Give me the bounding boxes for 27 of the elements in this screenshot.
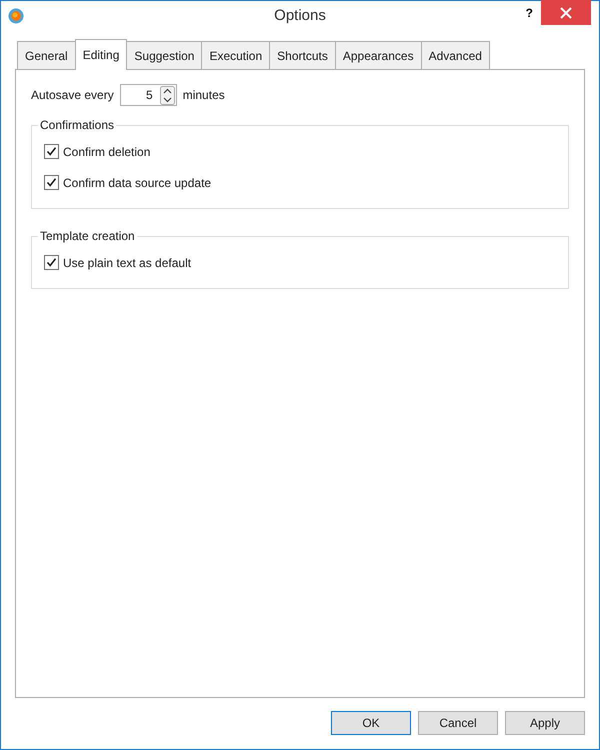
- tab[interactable]: Suggestion: [126, 41, 202, 69]
- unit-label: minutes: [182, 88, 225, 102]
- tab[interactable]: Execution: [201, 41, 270, 69]
- close-button[interactable]: [541, 0, 591, 25]
- tab[interactable]: Appearances: [334, 41, 422, 69]
- group-title: Template creation: [39, 229, 136, 243]
- autosave-spinner[interactable]: 5: [120, 84, 177, 106]
- tab[interactable]: Editing: [74, 39, 128, 70]
- app-icon: [8, 8, 24, 24]
- group-title: Confirmations: [39, 118, 116, 132]
- dialog-button[interactable]: OK: [331, 711, 411, 735]
- checkbox[interactable]: [44, 144, 59, 159]
- window-title: Options: [274, 7, 326, 24]
- checkbox-label: Use plain text as default: [63, 256, 192, 270]
- help-button[interactable]: ?: [522, 4, 537, 22]
- spin-arrows-icon[interactable]: [160, 86, 175, 104]
- checkbox[interactable]: [44, 255, 59, 270]
- checkbox-label: Confirm data source update: [63, 176, 212, 190]
- close-icon: [560, 6, 572, 18]
- dialog-button[interactable]: Cancel: [418, 711, 498, 735]
- autosave-label: Autosave every: [31, 88, 114, 102]
- dialog-button[interactable]: Apply: [505, 711, 585, 735]
- tab[interactable]: General: [17, 41, 76, 69]
- checkbox-label: Confirm deletion: [63, 144, 150, 158]
- tab[interactable]: Shortcuts: [269, 41, 336, 69]
- tab[interactable]: Advanced: [420, 41, 490, 69]
- checkbox[interactable]: [44, 175, 59, 190]
